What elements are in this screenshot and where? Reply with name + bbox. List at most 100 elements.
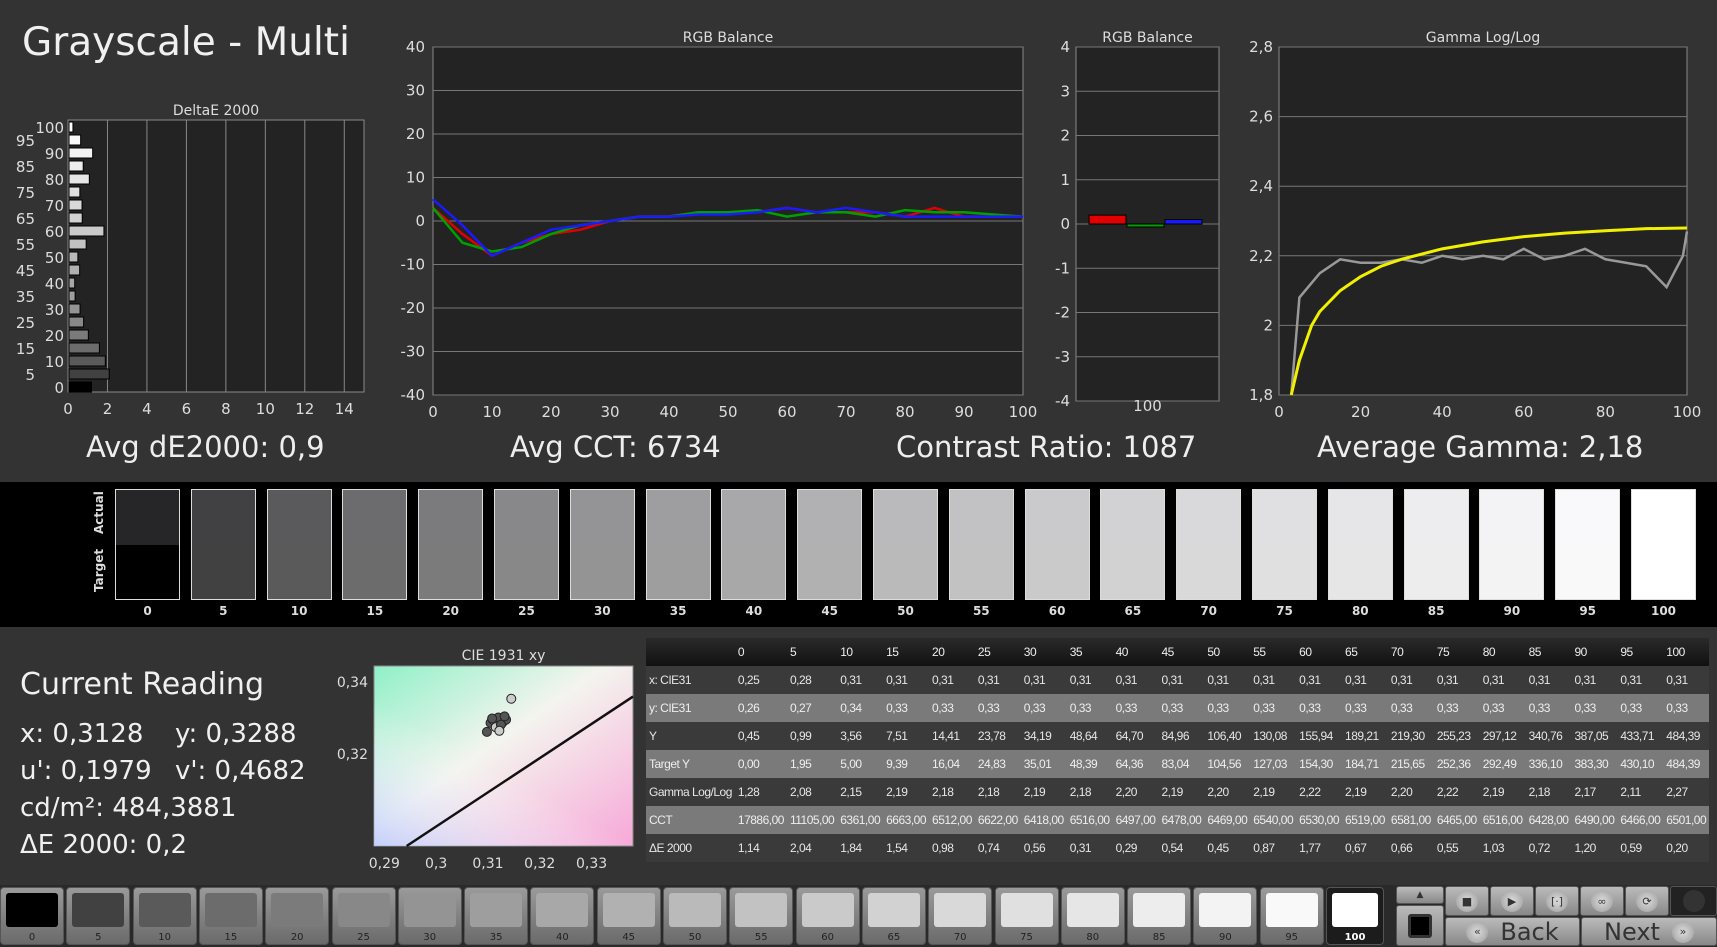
table-cell: 0,33 — [1066, 694, 1113, 722]
swatch-0 — [115, 489, 180, 600]
patch-button-50[interactable]: 50 — [663, 887, 727, 945]
stop-button[interactable]: ■ — [1445, 886, 1489, 916]
swatch-label: 95 — [1579, 604, 1597, 618]
target-color — [1177, 544, 1241, 599]
table-cell: 0,31 — [1571, 666, 1618, 694]
patch-button-35[interactable]: 35 — [464, 887, 529, 945]
table-cell: 6490,00 — [1571, 806, 1618, 834]
table-cell: 0,45 — [734, 722, 787, 750]
actual-color — [419, 490, 483, 545]
table-cell: 0,55 — [1433, 834, 1480, 862]
actual-color — [1025, 490, 1089, 545]
patch-label: 0 — [28, 932, 36, 943]
swatch-label: 85 — [1427, 604, 1445, 618]
target-color — [1101, 544, 1165, 599]
back-button[interactable]: « Back — [1445, 917, 1580, 946]
table-cell: 387,05 — [1571, 722, 1618, 750]
patch-color — [271, 893, 324, 927]
play-button[interactable]: ▶ — [1490, 886, 1534, 916]
table-cell: 130,08 — [1250, 722, 1297, 750]
deltae-bar — [68, 186, 81, 198]
y-tick-label: 2,8 — [1249, 38, 1273, 56]
table-cell: 83,04 — [1158, 750, 1205, 778]
patch-button-85[interactable]: 85 — [1127, 887, 1192, 945]
patch-button-75[interactable]: 75 — [994, 887, 1059, 945]
patch-button-100[interactable]: 100 — [1326, 887, 1384, 945]
column-header: 35 — [1066, 638, 1113, 666]
chart-title: RGB Balance — [1102, 30, 1192, 46]
y-tick-label: -10 — [401, 256, 426, 274]
y-tick-label: 1 — [1060, 171, 1070, 189]
y-tick-label: 95 — [16, 132, 35, 150]
patch-label: 25 — [357, 932, 370, 943]
refresh-button[interactable]: ⟳ — [1625, 886, 1669, 916]
patch-button-30[interactable]: 30 — [397, 887, 462, 945]
column-header: 55 — [1250, 638, 1297, 666]
y-tick-label: -3 — [1055, 348, 1070, 366]
patch-label: 85 — [1152, 932, 1166, 943]
table-cell: 17886,00 — [734, 806, 787, 834]
table-cell: 48,64 — [1066, 722, 1113, 750]
x-tick-label: 0,32 — [524, 856, 555, 872]
patch-button-65[interactable]: 65 — [861, 887, 926, 945]
target-label: Target — [92, 548, 106, 592]
deltae-bar — [68, 329, 89, 341]
target-color — [874, 544, 937, 599]
column-header: 40 — [1112, 638, 1159, 666]
y-tick-label: -20 — [401, 299, 426, 317]
x-tick-label: 0 — [1274, 403, 1284, 421]
x-tick-label: 10 — [256, 400, 275, 418]
patch-button-55[interactable]: 55 — [729, 887, 794, 945]
table-cell: 0,33 — [974, 694, 1021, 722]
patch-button-45[interactable]: 45 — [596, 887, 661, 945]
patch-color — [1133, 893, 1186, 927]
scroll-up-button[interactable]: ▲ — [1396, 886, 1444, 904]
cie-shade — [374, 666, 633, 846]
patch-label: 70 — [953, 932, 967, 943]
y-tick-label: 15 — [16, 340, 35, 358]
table-cell: 0,33 — [1571, 694, 1618, 722]
avg-cct-label: Avg CCT: 6734 — [510, 430, 721, 464]
loop-button[interactable]: ∞ — [1580, 886, 1624, 916]
swatch-label: 60 — [1048, 604, 1066, 618]
table-cell: 2,19 — [883, 778, 930, 806]
patch-button-15[interactable]: 15 — [198, 887, 263, 945]
patch-button-60[interactable]: 60 — [795, 887, 860, 945]
table-cell: 0,33 — [1525, 694, 1572, 722]
swatch-85 — [1403, 489, 1469, 600]
stop-square-button[interactable] — [1396, 905, 1444, 946]
table-cell: 383,30 — [1571, 750, 1618, 778]
deltae-bar — [68, 225, 105, 237]
next-button[interactable]: Next » — [1581, 917, 1717, 946]
patch-button-20[interactable]: 20 — [265, 887, 330, 945]
patch-button-10[interactable]: 10 — [132, 887, 197, 945]
x-tick-label: 60 — [1514, 403, 1533, 421]
patch-button-5[interactable]: 5 — [66, 887, 131, 945]
x-tick-label: 30 — [600, 403, 619, 421]
deltae-bar — [68, 212, 83, 224]
row-label: Y — [646, 722, 735, 750]
patch-button-40[interactable]: 40 — [530, 887, 595, 945]
patch-button-80[interactable]: 80 — [1060, 887, 1125, 945]
y-tick-label: 10 — [406, 169, 425, 187]
y-tick-label: 0,32 — [337, 747, 368, 763]
rgb-bar — [1088, 214, 1127, 225]
y-tick-label: 85 — [16, 158, 35, 176]
patch-label: 60 — [821, 932, 834, 943]
patch-button-90[interactable]: 90 — [1193, 887, 1258, 945]
patch-button-25[interactable]: 25 — [331, 887, 396, 945]
patch-button-95[interactable]: 95 — [1259, 887, 1324, 945]
patch-label: 30 — [423, 932, 437, 943]
column-header: 75 — [1433, 638, 1480, 666]
patch-label: 50 — [688, 932, 702, 943]
patch-color — [801, 893, 854, 927]
triangle-up-icon: ▲ — [1416, 890, 1424, 900]
table-cell: 0,28 — [786, 666, 838, 694]
patch-button-0[interactable]: 0 — [0, 887, 64, 945]
table-cell: 0,33 — [883, 694, 930, 722]
patch-button-70[interactable]: 70 — [928, 887, 993, 945]
table-cell: 0,45 — [1204, 834, 1251, 862]
patch-label: 100 — [1344, 932, 1366, 943]
measure-button[interactable]: [·] — [1535, 886, 1579, 916]
swatch-15 — [342, 489, 408, 600]
